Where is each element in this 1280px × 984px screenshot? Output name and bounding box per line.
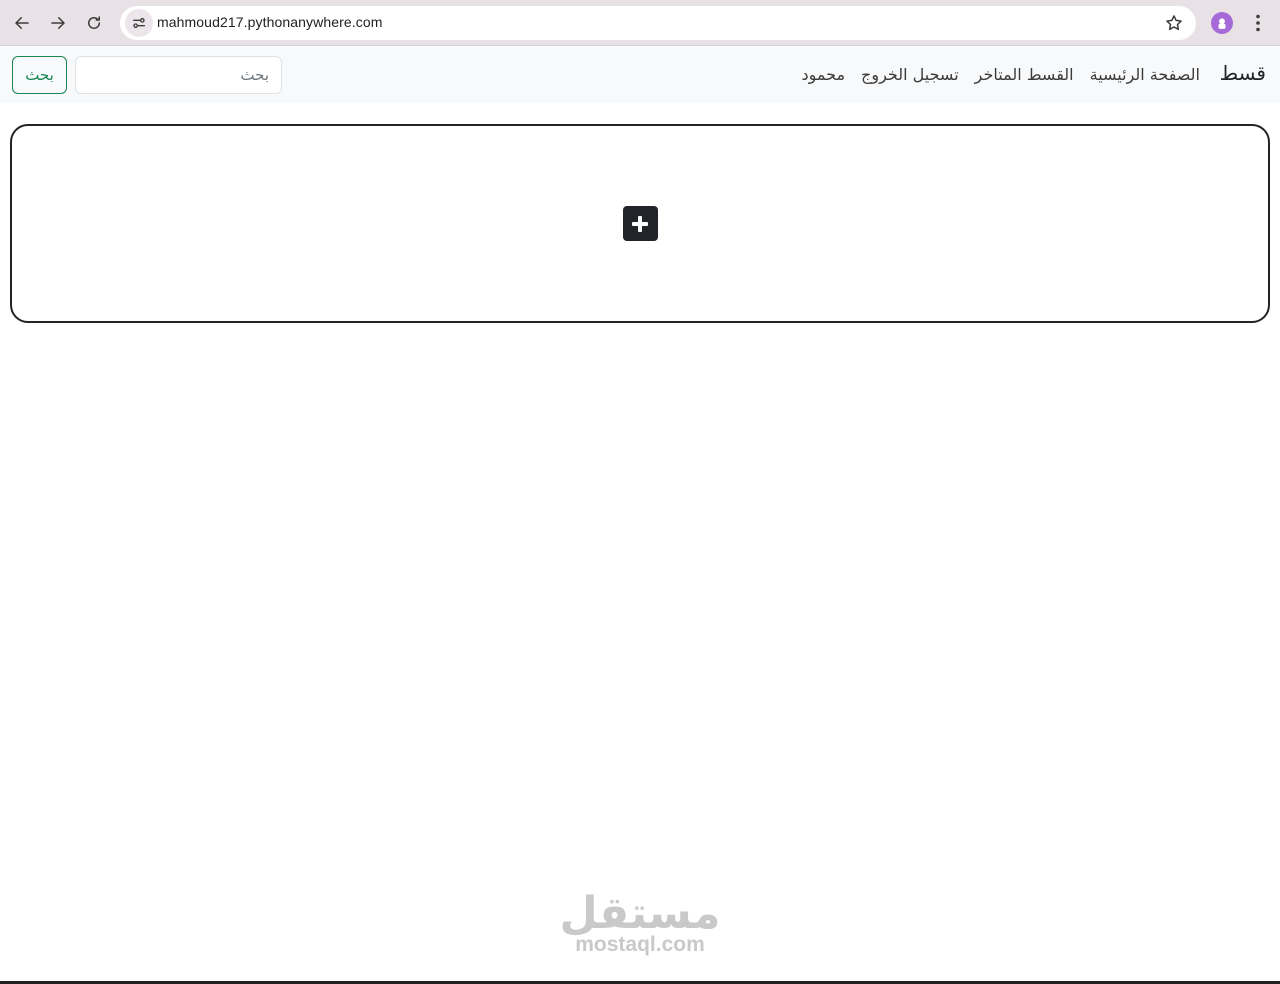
navbar: قسط الصفحة الرئيسية القسط المتاخر تسجيل … — [0, 47, 1280, 103]
plus-square-icon[interactable] — [622, 206, 658, 241]
kebab-menu-icon[interactable] — [1249, 13, 1267, 33]
url-text[interactable]: mahmoud217.pythonanywhere.com — [157, 14, 382, 30]
brand-logo[interactable]: قسط — [1220, 61, 1266, 85]
reload-icon[interactable] — [80, 9, 108, 37]
browser-toolbar: mahmoud217.pythonanywhere.com — [0, 0, 1280, 46]
back-arrow-icon[interactable] — [8, 9, 36, 37]
nav-links: الصفحة الرئيسية القسط المتاخر تسجيل الخر… — [801, 65, 1200, 84]
search-input[interactable] — [75, 56, 282, 94]
nav-link-user[interactable]: محمود — [801, 65, 845, 84]
star-icon[interactable] — [1164, 13, 1184, 33]
forward-arrow-icon[interactable] — [44, 9, 72, 37]
nav-link-home[interactable]: الصفحة الرئيسية — [1090, 65, 1200, 84]
nav-link-late-installment[interactable]: القسط المتاخر — [975, 65, 1074, 84]
add-installment-card[interactable] — [10, 124, 1270, 323]
site-settings-icon[interactable] — [125, 9, 153, 37]
profile-avatar-icon[interactable] — [1211, 12, 1233, 34]
nav-link-logout[interactable]: تسجيل الخروج — [861, 65, 959, 84]
search-button[interactable]: بحث — [12, 56, 67, 94]
address-bar[interactable]: mahmoud217.pythonanywhere.com — [120, 6, 1196, 40]
watermark: مستقل mostaql.com — [540, 888, 740, 956]
